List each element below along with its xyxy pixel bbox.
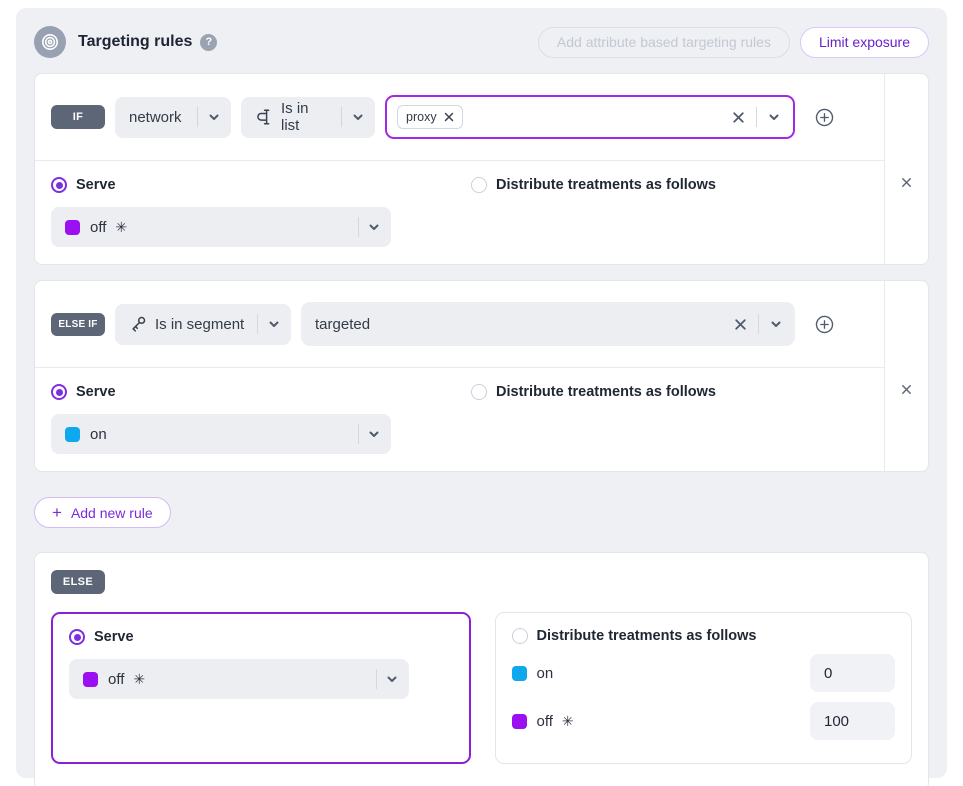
- add-attribute-rules-button[interactable]: Add attribute based targeting rules: [538, 27, 790, 58]
- values-input[interactable]: proxy: [385, 95, 795, 139]
- chevron-down-icon: [367, 427, 381, 441]
- attribute-select[interactable]: network: [115, 97, 231, 138]
- treatment-swatch: [65, 427, 80, 442]
- radio-checked-icon[interactable]: [69, 629, 85, 645]
- serve-area: Serve Distribute treatments as follows o…: [35, 161, 884, 264]
- treatment-select[interactable]: off ✳: [51, 207, 391, 247]
- serve-radio-option[interactable]: Serve: [51, 177, 116, 193]
- chevron-down-icon: [207, 110, 221, 124]
- matcher-select[interactable]: Is in list: [241, 97, 375, 138]
- treatment-swatch: [512, 666, 527, 681]
- radio-unchecked-icon[interactable]: [471, 384, 487, 400]
- radio-checked-icon[interactable]: [51, 177, 67, 193]
- treatment-select[interactable]: on: [51, 414, 391, 454]
- delete-rule-icon[interactable]: [898, 307, 915, 471]
- treatment-select[interactable]: off ✳: [69, 659, 409, 699]
- segment-input-value: targeted: [315, 316, 370, 333]
- add-condition-icon[interactable]: [813, 106, 836, 129]
- header: Targeting rules ? Add attribute based ta…: [34, 25, 929, 59]
- targeting-rules-panel: Targeting rules ? Add attribute based ta…: [16, 8, 947, 778]
- percentage-input[interactable]: [810, 654, 895, 692]
- matcher-select-value: Is in segment: [155, 316, 245, 333]
- chevron-down-icon: [351, 110, 365, 124]
- serve-area: Serve Distribute treatments as follows o…: [35, 368, 884, 471]
- else-badge: ELSE: [51, 570, 105, 594]
- serve-radio-option[interactable]: Serve: [69, 629, 453, 645]
- page-title: Targeting rules: [78, 33, 192, 51]
- treatment-name: off: [108, 671, 124, 688]
- else-card: ELSE Serve off ✳: [34, 552, 929, 786]
- chevron-down-icon: [267, 317, 281, 331]
- matcher-select[interactable]: Is in segment: [115, 304, 291, 345]
- segment-key-icon: [129, 315, 147, 333]
- page: Targeting rules ? Add attribute based ta…: [0, 0, 963, 786]
- value-chip: proxy: [397, 105, 463, 129]
- clear-input-icon[interactable]: [729, 108, 748, 127]
- radio-checked-icon[interactable]: [51, 384, 67, 400]
- rule-card-else-if: ELSE IF Is in segment targeted: [34, 280, 929, 472]
- treatment-swatch: [65, 220, 80, 235]
- treatment-name: on: [90, 426, 107, 443]
- else-if-badge: ELSE IF: [51, 313, 105, 336]
- chevron-down-icon[interactable]: [767, 315, 785, 333]
- radio-unchecked-icon[interactable]: [512, 628, 528, 644]
- condition-row: IF network Is in list: [35, 74, 884, 161]
- matcher-select-value: Is in list: [281, 100, 329, 134]
- treatment-swatch: [512, 714, 527, 729]
- distribution-row: off ✳: [512, 702, 896, 740]
- chevron-down-icon: [385, 672, 399, 686]
- rule-actions-column: [884, 74, 928, 264]
- add-condition-icon[interactable]: [813, 313, 836, 336]
- chip-label: proxy: [406, 110, 437, 124]
- rule-card-if: IF network Is in list: [34, 73, 929, 265]
- chevron-down-icon[interactable]: [765, 108, 783, 126]
- chip-remove-icon[interactable]: [444, 112, 454, 122]
- treatment-name: off: [90, 219, 106, 236]
- distribute-radio-option[interactable]: Distribute treatments as follows: [512, 628, 896, 644]
- default-treatment-marker: ✳: [562, 713, 574, 730]
- treatment-name: off: [537, 713, 553, 730]
- delete-rule-icon[interactable]: [898, 100, 915, 264]
- help-icon[interactable]: ?: [200, 34, 217, 51]
- plus-icon: +: [52, 504, 62, 521]
- rule-actions-column: [884, 281, 928, 471]
- default-treatment-marker: ✳: [133, 671, 145, 688]
- limit-exposure-button[interactable]: Limit exposure: [800, 27, 929, 58]
- add-rule-row: + Add new rule: [34, 497, 929, 528]
- attribute-select-value: network: [129, 109, 185, 126]
- if-badge: IF: [51, 105, 105, 129]
- serve-radio-option[interactable]: Serve: [51, 384, 116, 400]
- else-serve-panel[interactable]: Serve off ✳: [51, 612, 471, 764]
- condition-row: ELSE IF Is in segment targeted: [35, 281, 884, 368]
- chevron-down-icon: [367, 220, 381, 234]
- distribute-radio-option[interactable]: Distribute treatments as follows: [471, 384, 716, 400]
- string-match-icon: [255, 108, 273, 126]
- radio-unchecked-icon[interactable]: [471, 177, 487, 193]
- else-distribute-panel[interactable]: Distribute treatments as follows on: [495, 612, 913, 764]
- default-treatment-marker: ✳: [115, 219, 127, 236]
- clear-input-icon[interactable]: [731, 315, 750, 334]
- distribute-radio-option[interactable]: Distribute treatments as follows: [471, 177, 716, 193]
- treatment-swatch: [83, 672, 98, 687]
- treatment-name: on: [537, 665, 554, 682]
- bullseye-icon: [34, 26, 66, 58]
- distribution-row: on: [512, 654, 896, 692]
- add-new-rule-button[interactable]: + Add new rule: [34, 497, 171, 528]
- percentage-input[interactable]: [810, 702, 895, 740]
- segment-input[interactable]: targeted: [301, 302, 795, 346]
